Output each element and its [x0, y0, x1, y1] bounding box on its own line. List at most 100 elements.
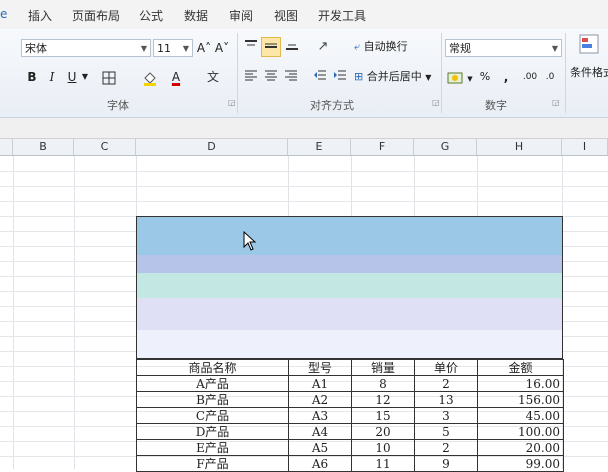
table-row: E产品 A5 10 2 20.00 — [136, 439, 564, 456]
font-color-button[interactable]: A — [168, 67, 184, 87]
indent-increase-icon — [334, 70, 346, 80]
column-header-g[interactable]: G — [414, 139, 477, 155]
decrease-decimal-button[interactable]: .0 — [541, 67, 559, 87]
cell-product-name[interactable]: D产品 — [136, 423, 289, 440]
align-left-button[interactable] — [242, 67, 260, 87]
group-separator — [565, 33, 566, 113]
cell-sales[interactable]: 8 — [351, 375, 415, 392]
cell-amount[interactable]: 99.00 — [477, 455, 564, 472]
select-all-corner[interactable] — [0, 139, 13, 155]
underline-button[interactable]: U — [64, 67, 80, 87]
cell-amount[interactable]: 16.00 — [477, 375, 564, 392]
align-middle-button[interactable] — [261, 37, 281, 57]
dialog-launcher-icon[interactable]: ◲ — [228, 98, 236, 107]
align-right-button[interactable] — [282, 67, 300, 87]
cell-unit-price[interactable]: 2 — [414, 439, 478, 456]
comma-style-button[interactable]: , — [499, 67, 513, 87]
dialog-launcher-icon[interactable]: ◲ — [432, 98, 440, 107]
paint-bucket-icon — [144, 71, 156, 86]
grid-line — [0, 171, 608, 172]
wrap-text-button[interactable]: ⤶ 自动换行 — [354, 37, 424, 57]
table-row: F产品 A6 11 9 99.00 — [136, 455, 564, 472]
column-header-f[interactable]: F — [351, 139, 414, 155]
menu-start-edge[interactable]: e — [0, 7, 7, 21]
grow-font-button[interactable]: A˄ — [196, 38, 212, 58]
font-size-select[interactable]: 11 ▼ — [153, 39, 193, 57]
increase-decimal-button[interactable]: .00 — [521, 67, 539, 87]
cell-model[interactable]: A4 — [288, 423, 352, 440]
shrink-font-button[interactable]: A˅ — [214, 38, 230, 58]
table-row: B产品 A2 12 13 156.00 — [136, 391, 564, 408]
menu-insert[interactable]: 插入 — [28, 7, 52, 24]
border-button[interactable] — [100, 67, 118, 87]
cell-sales[interactable]: 20 — [351, 423, 415, 440]
cell-model[interactable]: A1 — [288, 375, 352, 392]
column-header-i[interactable]: I — [562, 139, 608, 155]
chevron-down-icon[interactable]: ▼ — [80, 67, 90, 87]
menu-view[interactable]: 视图 — [274, 7, 298, 24]
align-bottom-button[interactable] — [283, 37, 301, 57]
menu-review[interactable]: 审阅 — [229, 7, 253, 24]
increase-indent-button[interactable] — [331, 67, 349, 87]
align-top-button[interactable] — [242, 37, 260, 57]
bold-button[interactable]: B — [24, 67, 40, 87]
cell-product-name[interactable]: A产品 — [136, 375, 289, 392]
dialog-launcher-icon[interactable]: ◲ — [552, 98, 560, 107]
percent-button[interactable]: % — [477, 67, 493, 87]
cell-product-name[interactable]: E产品 — [136, 439, 289, 456]
header-product-name[interactable]: 商品名称 — [136, 359, 289, 376]
italic-button[interactable]: I — [44, 67, 60, 87]
header-amount[interactable]: 金额 — [477, 359, 564, 376]
menu-developer[interactable]: 开发工具 — [318, 7, 366, 24]
currency-button[interactable]: ▼ — [447, 67, 473, 87]
cell-product-name[interactable]: F产品 — [136, 455, 289, 472]
cell-product-name[interactable]: C产品 — [136, 407, 289, 424]
fill-color-button[interactable] — [140, 67, 160, 87]
conditional-format-icon[interactable] — [576, 31, 604, 63]
cell-sales[interactable]: 15 — [351, 407, 415, 424]
cell-unit-price[interactable]: 3 — [414, 407, 478, 424]
cell-product-name[interactable]: B产品 — [136, 391, 289, 408]
phonetic-button[interactable]: 文 — [204, 67, 222, 87]
menu-formulas[interactable]: 公式 — [139, 7, 163, 24]
cell-unit-price[interactable]: 9 — [414, 455, 478, 472]
font-name-select[interactable]: 宋体 ▼ — [21, 39, 151, 57]
cell-sales[interactable]: 12 — [351, 391, 415, 408]
merged-header-banner[interactable] — [136, 216, 563, 359]
cell-amount[interactable]: 100.00 — [477, 423, 564, 440]
cell-model[interactable]: A3 — [288, 407, 352, 424]
chevron-down-icon: ▼ — [551, 44, 558, 53]
cell-sales[interactable]: 10 — [351, 439, 415, 456]
cell-model[interactable]: A6 — [288, 455, 352, 472]
header-sales[interactable]: 销量 — [351, 359, 415, 376]
cell-amount[interactable]: 45.00 — [477, 407, 564, 424]
cell-model[interactable]: A5 — [288, 439, 352, 456]
orientation-button[interactable]: ↗ — [312, 37, 334, 57]
table-row: A产品 A1 8 2 16.00 — [136, 375, 564, 392]
column-header-b[interactable]: B — [13, 139, 74, 155]
column-header-e[interactable]: E — [288, 139, 351, 155]
group-separator — [441, 33, 442, 113]
column-header-d[interactable]: D — [136, 139, 288, 155]
banner-band — [137, 273, 562, 298]
cell-sales[interactable]: 11 — [351, 455, 415, 472]
cell-amount[interactable]: 156.00 — [477, 391, 564, 408]
menu-page-layout[interactable]: 页面布局 — [72, 7, 120, 24]
cell-amount[interactable]: 20.00 — [477, 439, 564, 456]
merge-center-button[interactable]: ⊞ 合并后居中 ▼ — [354, 67, 440, 87]
header-model[interactable]: 型号 — [288, 359, 352, 376]
align-top-icon — [245, 40, 257, 46]
menu-data[interactable]: 数据 — [184, 7, 208, 24]
column-header-c[interactable]: C — [74, 139, 136, 155]
cell-unit-price[interactable]: 2 — [414, 375, 478, 392]
cell-model[interactable]: A2 — [288, 391, 352, 408]
cell-unit-price[interactable]: 13 — [414, 391, 478, 408]
column-header-h[interactable]: H — [477, 139, 562, 155]
decrease-indent-button[interactable] — [311, 67, 329, 87]
cell-unit-price[interactable]: 5 — [414, 423, 478, 440]
grid-line — [0, 201, 608, 202]
number-format-select[interactable]: 常规 ▼ — [445, 39, 562, 57]
align-center-button[interactable] — [262, 67, 280, 87]
conditional-format-label[interactable]: 条件格式 — [570, 63, 608, 83]
header-unit-price[interactable]: 单价 — [414, 359, 478, 376]
